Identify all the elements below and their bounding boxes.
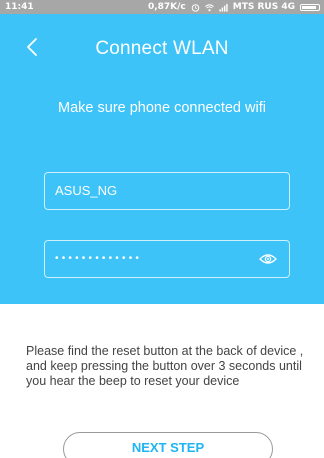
eye-icon[interactable] <box>259 252 277 266</box>
wifi-ssid-field[interactable]: ASUS_NG <box>44 172 290 210</box>
alarm-icon <box>191 3 200 12</box>
status-bar: 11:41 0,87K/c MTS RUS 4G <box>0 0 324 14</box>
signal-icon <box>219 3 228 12</box>
next-step-button[interactable]: NEXT STEP <box>63 432 273 458</box>
wifi-password-masked: ••••••••••••• <box>55 253 143 264</box>
reset-instructions: Please find the reset button at the back… <box>26 344 304 388</box>
battery-icon <box>300 3 320 11</box>
wifi-password-field[interactable]: ••••••••••••• <box>44 240 290 278</box>
wlan-header-panel: Connect WLAN Make sure phone connected w… <box>0 14 324 304</box>
page-title: Connect WLAN <box>95 38 229 59</box>
page-subtitle: Make sure phone connected wifi <box>58 100 266 116</box>
status-indicators: 0,87K/c MTS RUS 4G <box>148 0 320 14</box>
wifi-ssid-value: ASUS_NG <box>55 183 118 198</box>
wifi-icon <box>204 3 214 11</box>
connect-wlan-screen: 11:41 0,87K/c MTS RUS 4G Connect WLAN Ma… <box>0 0 324 458</box>
network-speed: 0,87K/c <box>147 2 186 12</box>
status-time: 11:41 <box>5 2 34 12</box>
carrier-name: MTS RUS 4G <box>232 2 295 12</box>
